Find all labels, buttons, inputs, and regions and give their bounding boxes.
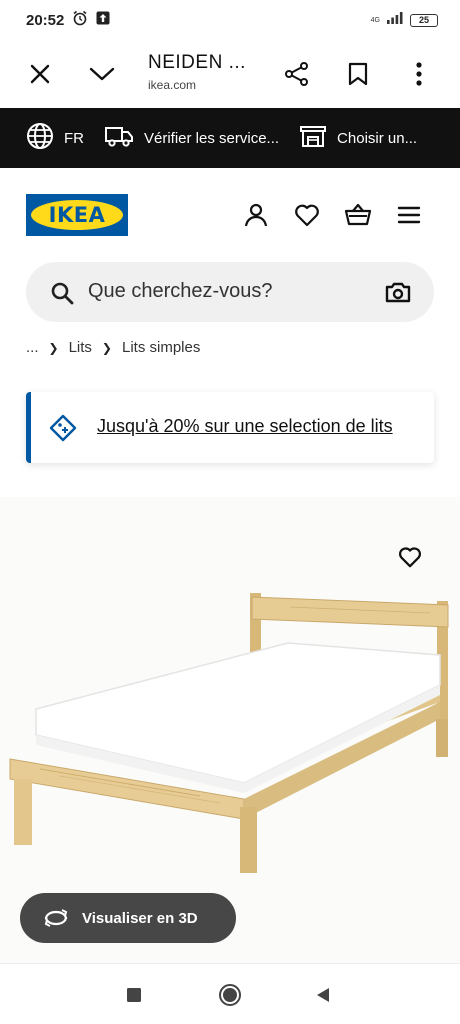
status-time: 20:52 <box>26 11 65 29</box>
basket-icon[interactable] <box>343 200 373 230</box>
ikea-logo[interactable]: IKEA <box>26 194 128 236</box>
visualize-3d-button[interactable]: Visualiser en 3D <box>20 893 236 943</box>
rotate-3d-icon <box>42 908 70 928</box>
search-input[interactable]: Que cherchez-vous? <box>88 280 273 303</box>
browser-toolbar: NEIDEN ... ikea.com <box>0 40 460 108</box>
battery-icon: 25 <box>410 13 438 27</box>
bookmark-icon[interactable] <box>340 56 376 92</box>
chevron-right-icon: ❯ <box>48 340 59 355</box>
choose-store-link[interactable]: Choisir un... <box>299 124 417 152</box>
chevron-down-icon[interactable] <box>84 56 120 92</box>
heart-icon[interactable] <box>292 200 322 230</box>
service-strip: FR Vérifier les service... Choisir un... <box>0 108 460 168</box>
share-icon[interactable] <box>279 56 315 92</box>
camera-search-icon[interactable] <box>385 280 411 309</box>
choose-store-label: Choisir un... <box>337 129 418 147</box>
breadcrumb-ellipsis[interactable]: ... <box>26 339 39 356</box>
breadcrumb-item-lits[interactable]: Lits <box>69 339 92 356</box>
close-icon[interactable] <box>22 56 58 92</box>
alarm-icon <box>72 10 88 30</box>
home-icon[interactable] <box>217 982 243 1008</box>
status-bar: 20:52 4G 25 <box>0 0 460 40</box>
language-label: FR <box>64 129 84 147</box>
offer-banner[interactable]: Jusqu'à 20% sur une selection de lits <box>26 392 434 463</box>
more-vert-icon[interactable] <box>401 56 437 92</box>
store-icon <box>299 124 327 152</box>
breadcrumb: ... ❯ Lits ❯ Lits simples <box>26 339 200 356</box>
page-title: NEIDEN ... <box>148 52 246 73</box>
logo-text: IKEA <box>31 200 123 230</box>
offer-link[interactable]: Jusqu'à 20% sur une selection de lits <box>97 416 393 437</box>
search-bar[interactable]: Que cherchez-vous? <box>26 262 434 322</box>
price-tag-icon <box>49 414 77 447</box>
breadcrumb-item-lits-simples[interactable]: Lits simples <box>122 339 200 356</box>
back-icon[interactable] <box>310 982 336 1008</box>
upload-notification-icon <box>96 11 110 29</box>
page-url: ikea.com <box>148 78 197 92</box>
search-icon <box>50 281 74 310</box>
check-services-label: Vérifier les service... <box>144 129 280 147</box>
menu-icon[interactable] <box>394 200 424 230</box>
add-to-favourites-heart-icon[interactable] <box>394 541 426 573</box>
recent-apps-icon[interactable] <box>121 982 147 1008</box>
user-icon[interactable] <box>241 200 271 230</box>
chevron-right-icon: ❯ <box>101 340 112 355</box>
delivery-truck-icon <box>104 124 134 152</box>
language-selector[interactable]: FR <box>26 122 84 154</box>
android-navigation-bar <box>0 963 460 1024</box>
check-services-link[interactable]: Vérifier les service... <box>104 124 279 152</box>
network-type: 4G <box>370 16 380 24</box>
signal-icon <box>386 11 404 29</box>
globe-icon <box>26 122 54 154</box>
visualize-3d-label: Visualiser en 3D <box>82 909 198 927</box>
